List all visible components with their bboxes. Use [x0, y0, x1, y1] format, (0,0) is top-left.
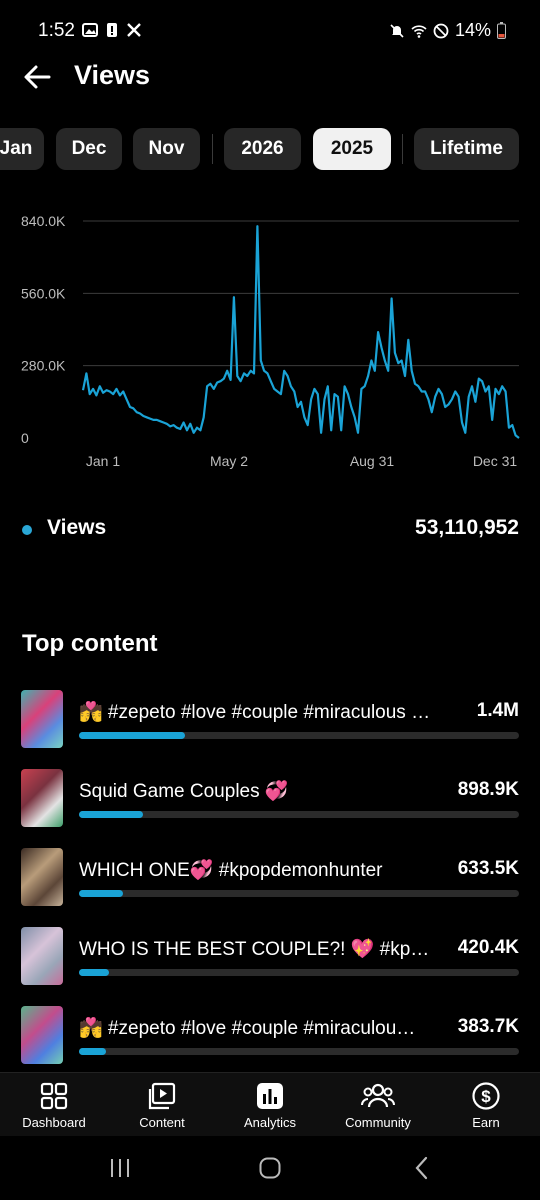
svg-text:$: $	[481, 1087, 491, 1106]
top-content-item[interactable]: WHO IS THE BEST COUPLE?! 💖 #kpo… 420.4K	[0, 927, 540, 991]
status-bar: 1:52 14%	[0, 0, 540, 60]
home-icon[interactable]	[258, 1156, 282, 1180]
progress-track	[79, 890, 519, 897]
top-content-item[interactable]: 💏 #zepeto #love #couple #miraculous … 1.4…	[0, 690, 540, 754]
video-views: 898.9K	[457, 779, 519, 800]
video-thumbnail	[21, 1006, 63, 1064]
wifi-icon	[411, 24, 427, 38]
battery-icon	[497, 22, 506, 39]
x-tick-label: Aug 31	[350, 453, 395, 469]
status-time: 1:52	[38, 20, 75, 41]
video-views: 420.4K	[457, 937, 519, 958]
progress-track	[79, 969, 519, 976]
nav-content[interactable]: Content	[112, 1081, 212, 1130]
video-thumbnail	[21, 690, 63, 748]
video-title: 💏 #zepeto #love #couple #miraculous …	[79, 702, 431, 723]
dollar-icon: $	[472, 1082, 500, 1110]
chip-divider	[402, 134, 403, 164]
y-tick-label: 280.0K	[21, 358, 66, 374]
chip-2026[interactable]: 2026	[224, 128, 301, 170]
back-nav-icon[interactable]	[412, 1156, 432, 1180]
nav-analytics[interactable]: Analytics	[220, 1081, 320, 1130]
chip-divider	[212, 134, 213, 164]
video-title: Squid Game Couples 💞	[79, 781, 289, 802]
block-icon	[433, 23, 449, 38]
x-tick-label: May 2	[210, 453, 248, 469]
chip-jan[interactable]: Jan	[0, 128, 44, 170]
chip-lifetime[interactable]: Lifetime	[414, 128, 519, 170]
nav-earn-label: Earn	[472, 1115, 500, 1130]
video-title: WHO IS THE BEST COUPLE?! 💖 #kpo…	[79, 939, 439, 960]
y-tick-label: 840.0K	[21, 213, 66, 229]
y-tick-label: 560.0K	[21, 285, 66, 301]
progress-fill	[79, 732, 185, 739]
chip-dec[interactable]: Dec	[56, 128, 122, 170]
top-content-item[interactable]: WHICH ONE💞 #kpopdemonhunter 633.5K	[0, 848, 540, 912]
views-summary-label: Views	[47, 516, 107, 539]
video-views: 633.5K	[457, 858, 519, 879]
mute-icon	[390, 23, 404, 38]
status-left-icons	[82, 22, 142, 38]
video-title: 💏 #zepeto #love #couple #miraculou…	[79, 1018, 416, 1039]
x-tick-label: Jan 1	[86, 453, 120, 469]
views-line-chart: 0 280.0K 560.0K 840.0K Jan 1 May 2 Aug 31 Dec …	[21, 213, 520, 469]
video-thumbnail	[21, 769, 63, 827]
legend-dot	[22, 525, 32, 535]
views-summary-value: 53,110,952	[415, 516, 519, 539]
back-arrow-icon[interactable]	[20, 60, 54, 94]
views-series-line	[81, 225, 520, 439]
top-content-item[interactable]: Squid Game Couples 💞 898.9K	[0, 769, 540, 833]
bottom-nav: Dashboard Content Analytics Community $ …	[0, 1072, 540, 1137]
y-tick-label: 0	[21, 430, 29, 446]
progress-fill	[79, 969, 109, 976]
page-title: Views	[74, 60, 151, 90]
video-views: 383.7K	[457, 1016, 519, 1037]
nav-community[interactable]: Community	[328, 1081, 428, 1130]
nav-earn[interactable]: $ Earn	[436, 1081, 536, 1130]
nav-content-label: Content	[139, 1115, 185, 1130]
views-summary: Views 53,110,952	[0, 510, 540, 550]
progress-fill	[79, 1048, 107, 1055]
period-filter-bar: Jan Dec Nov 2026 2025 Lifetime	[0, 128, 540, 170]
progress-track	[79, 732, 519, 739]
nav-analytics-label: Analytics	[243, 1115, 297, 1130]
system-nav-bar	[0, 1136, 540, 1200]
chip-2025[interactable]: 2025	[313, 128, 391, 170]
status-right-icons: 14%	[389, 20, 506, 41]
video-views: 1.4M	[476, 700, 519, 721]
video-thumbnail	[21, 927, 63, 985]
chip-nov[interactable]: Nov	[133, 128, 200, 170]
community-icon	[361, 1083, 395, 1108]
nav-dashboard[interactable]: Dashboard	[4, 1081, 104, 1130]
top-content-title: Top content	[22, 630, 158, 657]
video-title: WHICH ONE💞 #kpopdemonhunter	[79, 860, 383, 881]
top-content-item[interactable]: 💏 #zepeto #love #couple #miraculou… 383.7…	[0, 1006, 540, 1070]
analytics-icon	[257, 1083, 283, 1109]
video-thumbnail	[21, 848, 63, 906]
content-icon	[148, 1082, 176, 1110]
progress-fill	[79, 890, 123, 897]
battery-percent: 14%	[454, 20, 491, 40]
nav-community-label: Community	[345, 1115, 411, 1130]
x-tick-label: Dec 31	[473, 453, 518, 469]
nav-dashboard-label: Dashboard	[22, 1115, 86, 1130]
alert-icon	[107, 23, 117, 37]
progress-fill	[79, 811, 143, 818]
gallery-icon	[82, 23, 98, 37]
progress-track	[79, 811, 519, 818]
progress-track	[79, 1048, 519, 1055]
dashboard-icon	[40, 1082, 68, 1110]
recents-icon[interactable]	[108, 1158, 132, 1178]
tools-icon	[127, 23, 141, 37]
